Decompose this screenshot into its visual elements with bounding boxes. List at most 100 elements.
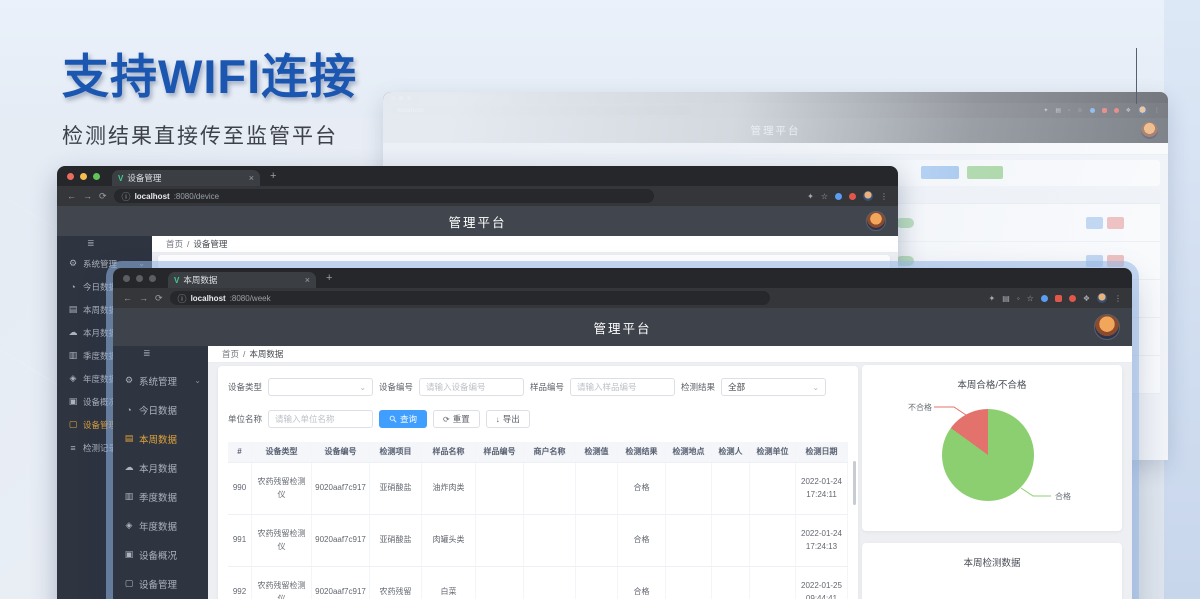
reload-icon[interactable]: ⟳ (155, 293, 163, 304)
sidebar-item-quarter[interactable]: ▥季度数据 (113, 482, 208, 511)
export-button[interactable]: ↓ 导出 (486, 410, 530, 428)
close-window-icon[interactable] (67, 173, 74, 180)
unit-name-input[interactable] (268, 410, 373, 428)
site-info-icon[interactable]: ⓘ (178, 292, 187, 305)
sidebar-item-overview[interactable]: ▣设备概况 (113, 540, 208, 569)
extension-icon-red-square[interactable] (1055, 295, 1062, 302)
sidebar-item-week[interactable]: ▤本周数据 (113, 424, 208, 453)
close-tab-icon[interactable]: × (305, 275, 310, 285)
reload-icon[interactable]: ⟳ (99, 191, 107, 202)
browser-tab[interactable]: V 设备管理 × (112, 170, 260, 186)
menu-kebab-icon[interactable]: ⋮ (1114, 294, 1122, 303)
sidebar-item-device[interactable]: ▢设备管理 (113, 569, 208, 598)
close-tab-icon[interactable]: × (249, 173, 254, 183)
translate-icon[interactable]: ▤ (1002, 294, 1010, 303)
key-icon[interactable]: ✦ (989, 294, 996, 303)
user-avatar[interactable] (1141, 122, 1158, 139)
ghost-search-button[interactable] (921, 166, 959, 179)
collapse-menu-icon[interactable]: ≣ (87, 238, 95, 249)
chrome-profile-avatar[interactable] (1138, 106, 1147, 115)
new-tab-icon[interactable]: + (326, 272, 332, 284)
chevron-down-icon: ⌄ (194, 376, 201, 385)
window-controls[interactable] (123, 275, 156, 282)
sidebar-item-system[interactable]: ⚙系统管理⌄ (113, 366, 208, 395)
ghost-delete-button[interactable] (1107, 255, 1124, 267)
hero-block: 支持WIFI连接 检测结果直接传至监管平台 (62, 38, 357, 150)
address-bar[interactable]: ⓘ localhost :8080/week (170, 291, 770, 305)
extension-icon-blue[interactable] (1090, 108, 1095, 113)
sidebar-item-today[interactable]: ◔今日数据 (113, 395, 208, 424)
bookmark-star-icon[interactable]: ☆ (1027, 294, 1034, 303)
sidebar-item-year[interactable]: ◈年度数据 (113, 511, 208, 540)
table-header-cell: 样品名称 (422, 442, 476, 462)
zoom-window-icon[interactable] (149, 275, 156, 282)
forward-icon[interactable]: → (139, 293, 148, 303)
table-scrollbar[interactable] (853, 461, 856, 505)
sidebar-item-month[interactable]: ☁本月数据 (113, 453, 208, 482)
key-icon[interactable]: ✦ (807, 192, 814, 201)
forward-icon[interactable]: → (83, 191, 92, 201)
window-controls[interactable] (391, 96, 411, 100)
chrome-profile-avatar[interactable] (1097, 293, 1107, 303)
ghost-delete-button[interactable] (1107, 217, 1124, 229)
breadcrumb-current: 本周数据 (249, 348, 283, 360)
back-icon[interactable]: ← (67, 191, 76, 201)
zoom-window-icon[interactable] (407, 96, 411, 100)
table-cell (476, 567, 524, 599)
minimize-window-icon[interactable] (399, 96, 403, 100)
sidebar-item-label: 设备概况 (139, 548, 177, 562)
new-tab-icon[interactable]: + (270, 170, 276, 182)
collapse-menu-icon[interactable]: ≣ (143, 348, 151, 359)
ghost-status-toggle[interactable] (896, 256, 914, 266)
device-type-select[interactable]: ⌄ (268, 378, 373, 396)
window-controls[interactable] (67, 173, 100, 180)
ink-drop-icon[interactable]: ◦ (1068, 108, 1070, 114)
result-select[interactable]: 全部 ⌄ (721, 378, 826, 396)
table-cell: 亚硝酸盐 (370, 515, 422, 566)
ink-drop-icon[interactable]: ◦ (1017, 294, 1020, 303)
breadcrumb-home[interactable]: 首页 (166, 238, 183, 250)
bookmark-star-icon[interactable]: ☆ (821, 192, 828, 201)
zoom-window-icon[interactable] (93, 173, 100, 180)
site-info-icon[interactable]: ⓘ (122, 190, 131, 203)
extension-icon-red[interactable] (1069, 295, 1076, 302)
extension-icon-blue[interactable] (1041, 295, 1048, 302)
breadcrumb-home[interactable]: 首页 (222, 348, 239, 360)
result-select-value: 全部 (728, 381, 812, 393)
browser-tab[interactable] (421, 95, 511, 103)
extension-icon-blue[interactable] (835, 193, 842, 200)
minimize-window-icon[interactable] (136, 275, 143, 282)
bookmark-star-icon[interactable]: ☆ (1077, 107, 1082, 114)
extension-icon-red-square[interactable] (1102, 108, 1107, 113)
close-window-icon[interactable] (123, 275, 130, 282)
address-bar[interactable]: ⓘ localhost :8080/device (114, 189, 654, 203)
url-host: localhost (191, 294, 226, 303)
extensions-puzzle-icon[interactable]: ❖ (1126, 107, 1131, 114)
close-window-icon[interactable] (391, 96, 395, 100)
search-button[interactable]: 查询 (379, 410, 427, 428)
reset-button[interactable]: ⟳ 重置 (433, 410, 480, 428)
menu-kebab-icon[interactable]: ⋮ (880, 192, 888, 201)
sample-no-input[interactable] (570, 378, 675, 396)
extension-icon-red[interactable] (849, 193, 856, 200)
menu-kebab-icon[interactable]: ⋮ (1154, 107, 1160, 114)
results-panel: 设备类型 ⌄ 设备编号 样品编号 检测结果 全部 ⌄ (218, 366, 858, 599)
device-no-input[interactable] (419, 378, 524, 396)
user-avatar[interactable] (866, 211, 886, 231)
key-icon[interactable]: ✦ (1043, 107, 1048, 114)
results-table: #设备类型设备编号检测项目样品名称样品编号商户名称检测值检测结果检测地点检测人检… (228, 442, 848, 599)
ghost-status-toggle[interactable] (896, 218, 914, 228)
extension-icon-red[interactable] (1114, 108, 1119, 113)
address-bar[interactable]: localhost (391, 106, 691, 115)
ghost-add-button[interactable] (967, 166, 1003, 179)
browser-tab[interactable]: V 本周数据 × (168, 272, 316, 288)
ghost-edit-button[interactable] (1086, 217, 1103, 229)
chrome-profile-avatar[interactable] (863, 191, 873, 201)
sidebar-menu: ⚙系统管理⌄◔今日数据▤本周数据☁本月数据▥季度数据◈年度数据▣设备概况▢设备管… (113, 366, 208, 598)
extensions-puzzle-icon[interactable]: ❖ (1083, 294, 1090, 303)
minimize-window-icon[interactable] (80, 173, 87, 180)
translate-icon[interactable]: ▤ (1055, 107, 1061, 114)
ghost-edit-button[interactable] (1086, 255, 1103, 267)
back-icon[interactable]: ← (123, 293, 132, 303)
user-avatar[interactable] (1094, 314, 1120, 340)
